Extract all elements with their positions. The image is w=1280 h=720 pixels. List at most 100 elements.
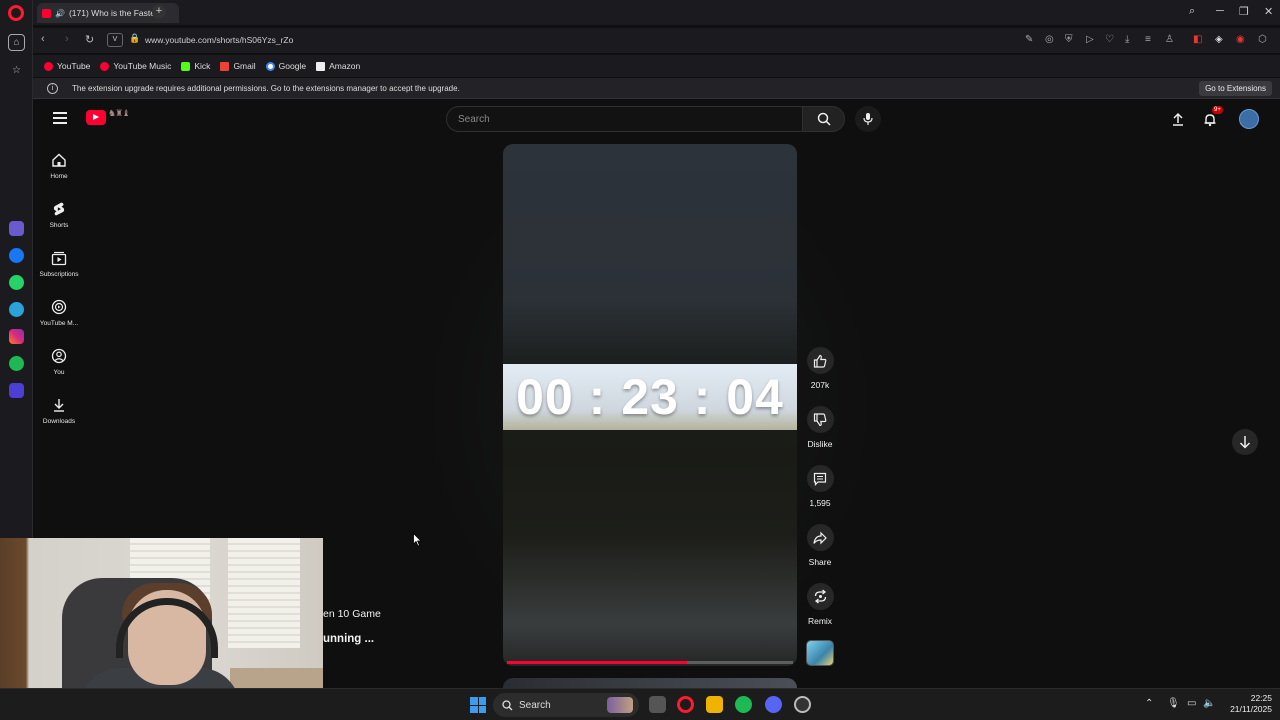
lock-icon[interactable]: 🔒	[129, 33, 140, 44]
back-icon[interactable]: ‹	[41, 33, 45, 45]
display-icon[interactable]: ▭	[1187, 698, 1196, 709]
youtube-music-icon	[100, 61, 110, 71]
youtube-logo[interactable]	[86, 110, 106, 125]
aria-icon[interactable]	[9, 221, 24, 236]
bookmark-youtube[interactable]: YouTube	[44, 61, 90, 71]
reload-icon[interactable]: ↻	[85, 33, 94, 46]
bookmark-kick[interactable]: Kick	[181, 61, 210, 71]
restore-icon[interactable]: ❐	[1239, 5, 1249, 18]
dislike-button[interactable]	[806, 406, 834, 433]
shorts-player[interactable]: 00 : 23 : 04	[503, 144, 797, 666]
upload-button[interactable]	[1168, 109, 1188, 129]
speaker-icon[interactable]: 🔊	[55, 9, 65, 18]
comments-action[interactable]: 1,595	[803, 465, 837, 508]
taskbar-search[interactable]: Search	[493, 693, 639, 717]
like-button[interactable]	[806, 347, 834, 374]
url-field[interactable]: www.youtube.com/shorts/hS06Yzs_rZo	[145, 35, 293, 45]
guide-item-home[interactable]: Home	[33, 152, 85, 192]
share-button[interactable]	[806, 524, 834, 551]
youtube-favicon-icon	[42, 8, 51, 18]
go-to-extensions-button[interactable]: Go to Extensions	[1199, 81, 1272, 96]
search-input[interactable]	[447, 107, 802, 131]
guide-item-shorts[interactable]: Shorts	[33, 201, 85, 241]
remix-action[interactable]: Remix	[803, 583, 837, 626]
next-short-preview[interactable]	[503, 678, 797, 688]
youtube-music-icon	[51, 299, 67, 315]
next-short-button[interactable]	[1232, 429, 1258, 455]
download-icon[interactable]: ⤓	[1125, 34, 1129, 45]
search-bar[interactable]	[446, 106, 803, 132]
spotify-taskbar-icon[interactable]	[735, 696, 752, 713]
guide-item-subscriptions[interactable]: Subscriptions	[33, 250, 85, 290]
voice-search-button[interactable]	[855, 106, 881, 132]
menu-icon[interactable]	[53, 112, 67, 124]
short-title-line-1[interactable]: en 10 Game	[323, 608, 381, 620]
steam-taskbar-icon[interactable]	[794, 696, 811, 713]
extension-icon[interactable]: ◈	[1215, 34, 1223, 45]
logo-doodle-icon[interactable]: ♞♜♝	[108, 108, 142, 126]
avatar[interactable]	[1239, 109, 1259, 129]
upload-icon	[1173, 112, 1183, 126]
opera-logo-icon[interactable]	[8, 5, 24, 21]
instagram-icon[interactable]	[9, 329, 24, 344]
guide-label: Home	[50, 173, 68, 180]
play-icon[interactable]: ▷	[1086, 34, 1094, 45]
close-icon[interactable]: ✕	[1264, 5, 1273, 18]
notification-badge: 9+	[1212, 106, 1223, 114]
heart-icon[interactable]: ♡	[1105, 34, 1114, 45]
guide-item-downloads[interactable]: Downloads	[33, 397, 85, 437]
extension-icon[interactable]: ◉	[1236, 34, 1245, 45]
discord-taskbar-icon[interactable]	[765, 696, 782, 713]
messenger-icon[interactable]	[9, 248, 24, 263]
search-button[interactable]	[802, 106, 845, 132]
remix-button[interactable]	[806, 583, 834, 610]
extension-notice-bar: i The extension upgrade requires additio…	[33, 78, 1280, 99]
chevron-up-icon[interactable]: ⌃	[1145, 698, 1153, 709]
extension-icon[interactable]: ◧	[1193, 34, 1202, 45]
guide-item-youtube-music[interactable]: YouTube M...	[33, 299, 85, 339]
system-clock[interactable]: 22:25 21/11/2025	[1226, 693, 1272, 715]
account-icon[interactable]: ♙	[1165, 34, 1174, 45]
bookmark-gmail[interactable]: Gmail	[220, 61, 256, 71]
progress-bar[interactable]	[507, 661, 793, 664]
file-explorer-icon[interactable]	[706, 696, 723, 713]
windows-start-icon[interactable]	[470, 697, 486, 713]
spotify-icon[interactable]	[9, 356, 24, 371]
edit-icon[interactable]: ✎	[1025, 34, 1033, 45]
shield-icon[interactable]: ⛨	[1065, 34, 1073, 45]
short-title-line-2[interactable]: unning ...	[323, 633, 374, 645]
camera-icon[interactable]: ◎	[1045, 34, 1054, 45]
whatsapp-icon[interactable]	[9, 275, 24, 290]
menu-icon[interactable]: ≡	[1145, 34, 1151, 45]
minimize-icon[interactable]: ─	[1216, 5, 1224, 17]
notifications-button[interactable]: 9+	[1200, 106, 1223, 129]
search-tabs-icon[interactable]: ⌕	[1189, 5, 1195, 18]
bookmark-amazon[interactable]: Amazon	[316, 61, 360, 71]
new-tab-button[interactable]: +	[152, 5, 166, 19]
like-action[interactable]: 207k	[803, 347, 837, 390]
home-icon[interactable]: ⌂	[8, 34, 25, 51]
dislike-action[interactable]: Dislike	[803, 406, 837, 449]
player-icon[interactable]	[9, 383, 24, 398]
telegram-icon[interactable]	[9, 302, 24, 317]
forward-icon[interactable]: ›	[65, 33, 69, 45]
bookmark-youtube-music[interactable]: YouTube Music	[100, 61, 171, 71]
comment-icon	[813, 472, 827, 486]
vpn-badge[interactable]: V	[107, 33, 123, 47]
guide-label: YouTube M...	[39, 320, 79, 327]
task-view-icon[interactable]	[649, 696, 666, 713]
microphone-icon[interactable]: 🎙	[1167, 698, 1180, 709]
share-action[interactable]: Share	[803, 524, 837, 567]
star-icon[interactable]: ☆	[8, 62, 25, 79]
notice-text: The extension upgrade requires additiona…	[72, 84, 460, 93]
video-timer-text: 00 : 23 : 04	[516, 369, 784, 425]
channel-avatar[interactable]	[806, 640, 834, 666]
volume-icon[interactable]: 🔈	[1203, 698, 1215, 709]
guide-item-you[interactable]: You	[33, 348, 85, 388]
opera-taskbar-icon[interactable]	[677, 696, 694, 713]
comments-button[interactable]	[806, 465, 834, 492]
bookmark-google[interactable]: Google	[265, 61, 306, 71]
remix-label: Remix	[807, 616, 833, 626]
video-timer-overlay: 00 : 23 : 04	[503, 364, 797, 430]
extensions-cube-icon[interactable]: ⬡	[1258, 34, 1267, 45]
